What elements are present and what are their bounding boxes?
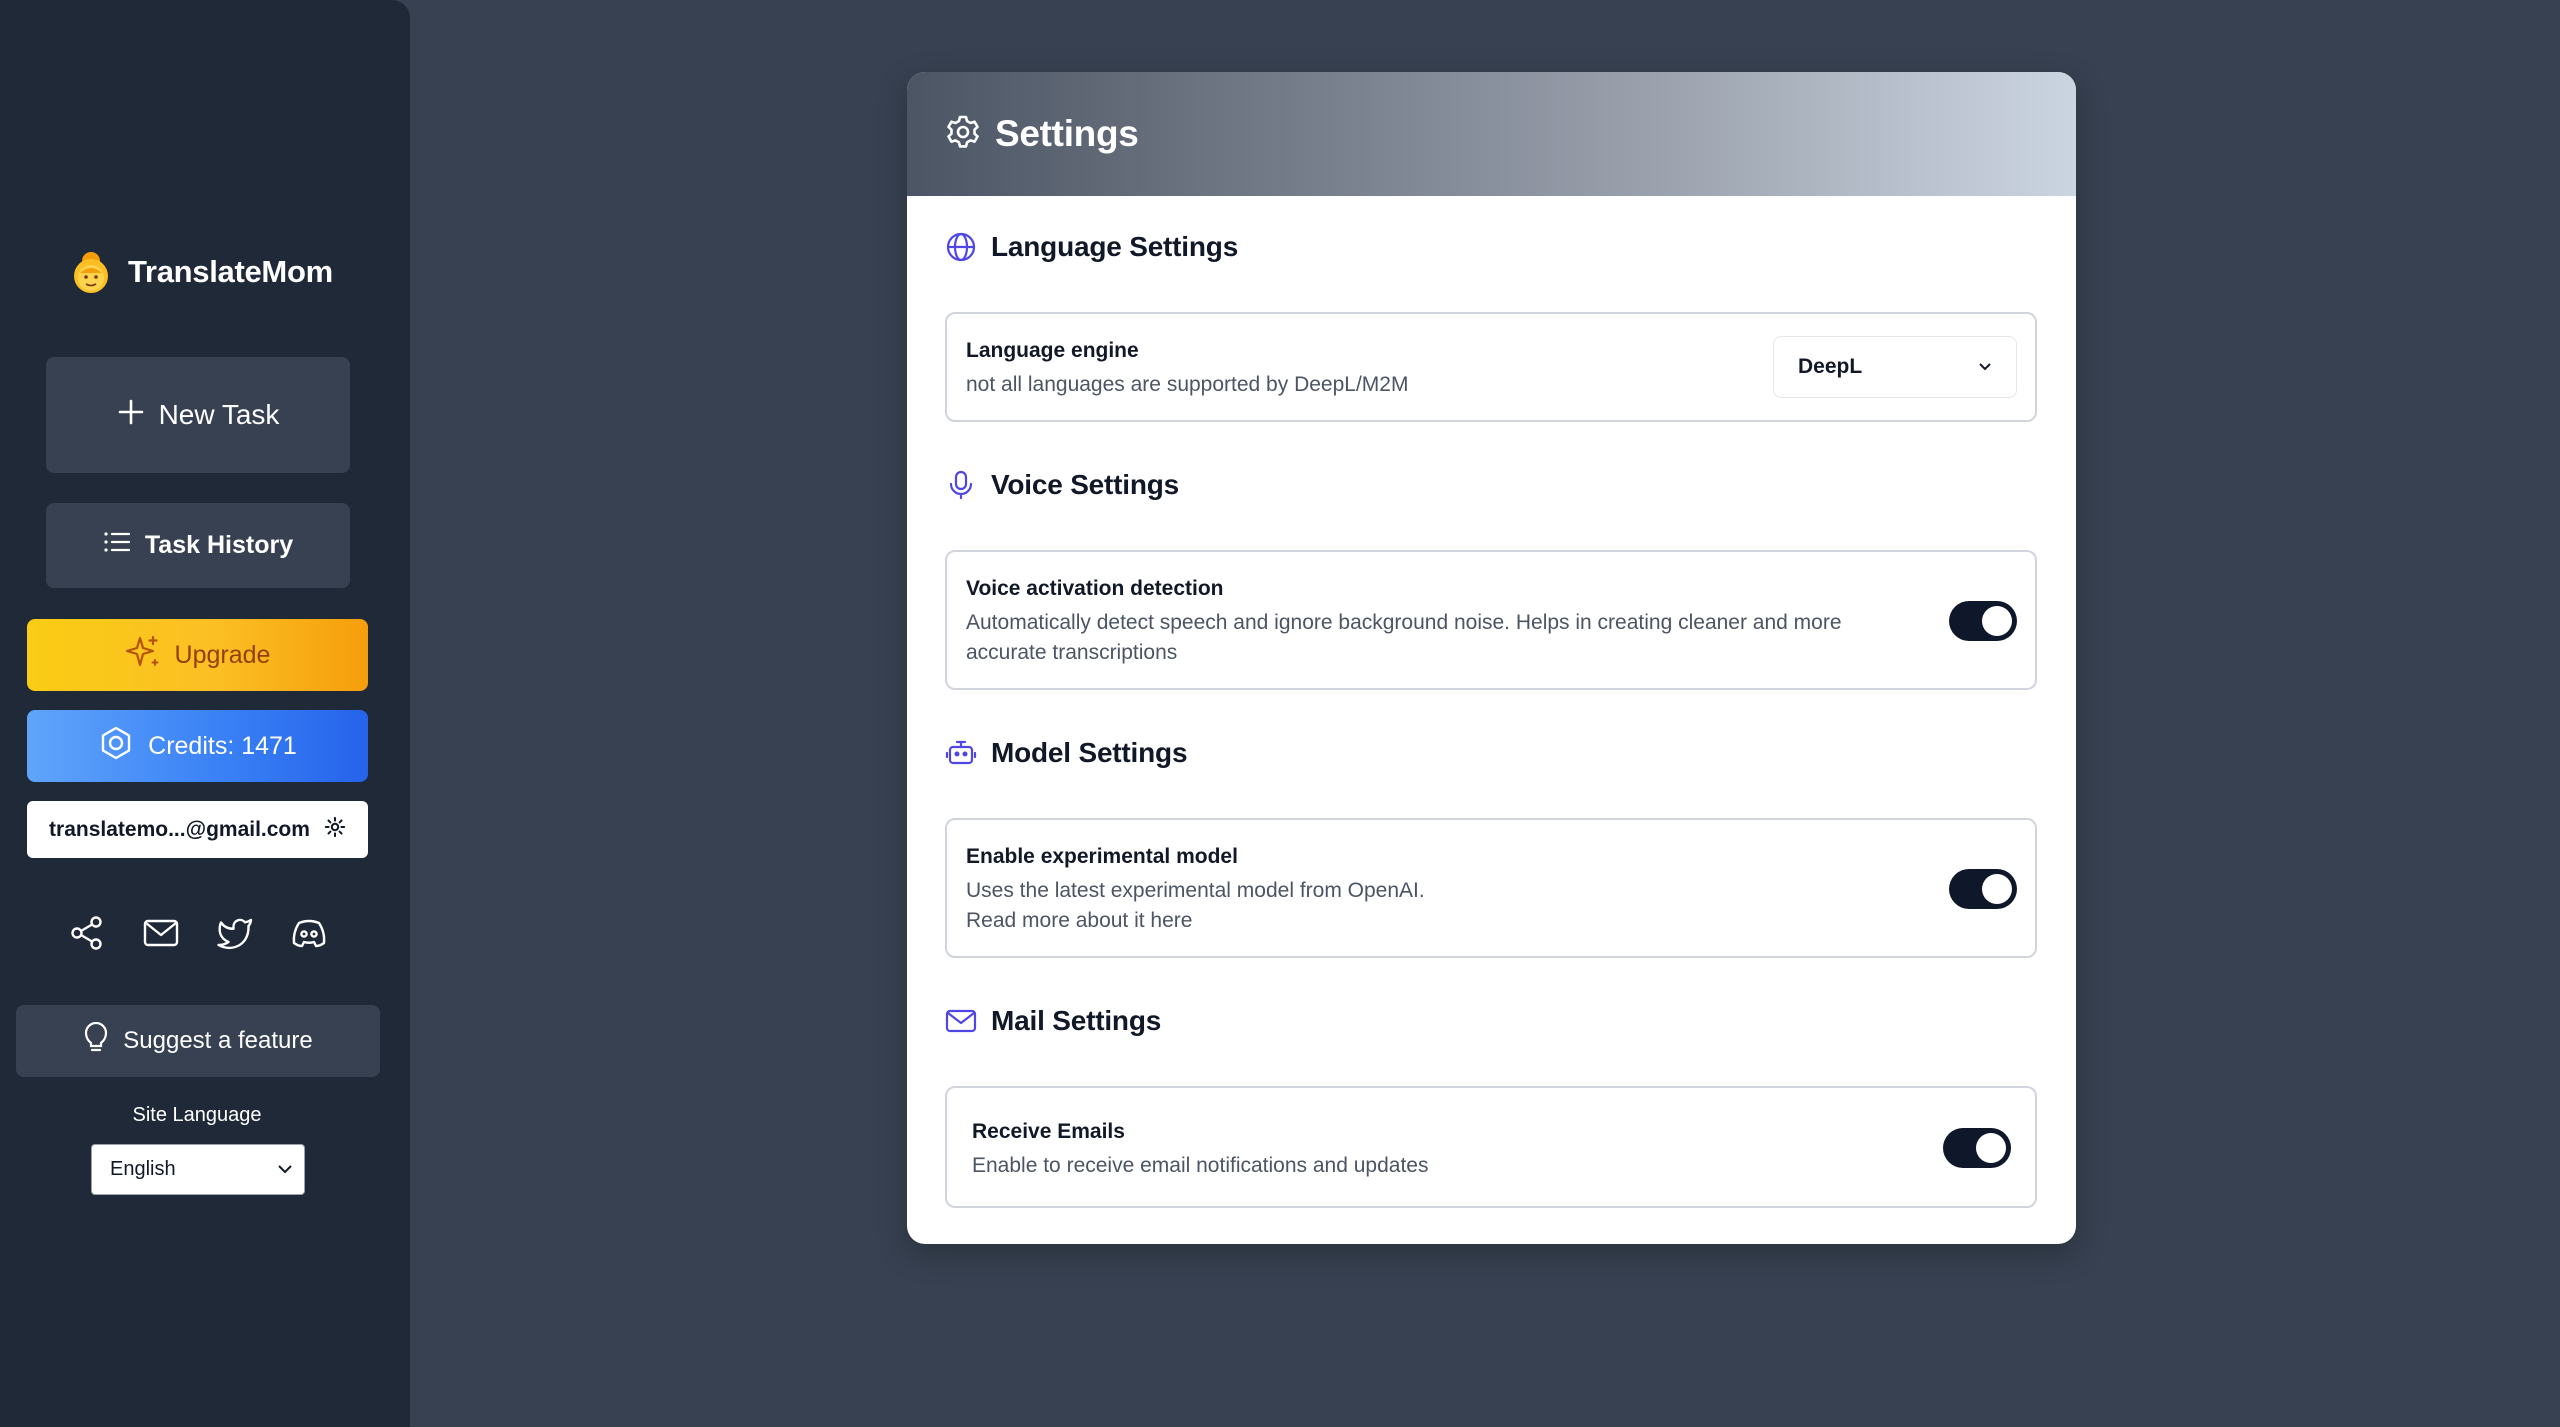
account-email-button[interactable]: translatemo...@gmail.com [27, 801, 368, 858]
gear-icon [324, 816, 346, 844]
setting-description: Uses the latest experimental model from … [966, 879, 1425, 902]
voice-activation-setting: Voice activation detection Automatically… [945, 550, 2037, 690]
page-title: Settings [995, 113, 1139, 154]
social-links [68, 914, 328, 952]
setting-description: accurate transcriptions [966, 641, 1178, 664]
model-settings-heading: Model Settings [945, 737, 1188, 769]
account-email: translatemo...@gmail.com [49, 817, 310, 841]
section-title: Language Settings [991, 231, 1239, 262]
app-name: TranslateMom [128, 254, 333, 289]
robot-icon [945, 737, 977, 769]
setting-description: not all languages are supported by DeepL… [966, 373, 1409, 396]
mail-settings-heading: Mail Settings [945, 1005, 1161, 1037]
section-title: Model Settings [991, 737, 1188, 768]
site-language-select[interactable]: English [91, 1144, 305, 1195]
read-more-link[interactable]: Read more about it here [966, 906, 1192, 936]
new-task-label: New Task [158, 399, 280, 430]
share-icon[interactable] [68, 914, 106, 952]
globe-icon [945, 231, 977, 263]
section-title: Mail Settings [991, 1005, 1162, 1036]
sparkles-icon [125, 634, 161, 677]
suggest-feature-button[interactable]: Suggest a feature [16, 1005, 380, 1077]
list-icon [103, 530, 131, 561]
receive-emails-toggle[interactable] [1943, 1128, 2011, 1168]
voice-settings-heading: Voice Settings [945, 469, 1179, 501]
sidebar: TranslateMom New Task Task History Upgra… [0, 0, 410, 1427]
language-engine-setting: Language engine not all languages are su… [945, 312, 2037, 422]
language-settings-heading: Language Settings [945, 231, 1238, 263]
setting-label: Enable experimental model [966, 845, 1238, 868]
credits-label: Credits: 1471 [148, 731, 297, 760]
setting-description: Automatically detect speech and ignore b… [966, 611, 1842, 634]
gear-icon [945, 114, 981, 155]
site-language-value: English [110, 1158, 176, 1180]
language-engine-value: DeepL [1798, 355, 1863, 378]
upgrade-label: Upgrade [174, 640, 271, 669]
settings-header: Settings [907, 72, 2076, 196]
mail-icon[interactable] [142, 914, 180, 952]
site-language-label: Site Language [132, 1104, 262, 1126]
mail-icon [945, 1005, 977, 1037]
task-history-button[interactable]: Task History [46, 503, 350, 588]
suggest-feature-label: Suggest a feature [123, 1027, 313, 1054]
setting-label: Receive Emails [972, 1120, 1125, 1143]
experimental-model-toggle[interactable] [1949, 869, 2017, 909]
section-title: Voice Settings [991, 469, 1180, 500]
experimental-model-setting: Enable experimental model Uses the lates… [945, 818, 2037, 958]
twitter-icon[interactable] [216, 914, 254, 952]
grandma-emoji-icon [66, 247, 116, 297]
upgrade-button[interactable]: Upgrade [27, 619, 368, 691]
chevron-down-icon [276, 1158, 294, 1181]
plus-icon [117, 398, 145, 433]
chevron-down-icon [1976, 355, 1994, 379]
credits-button[interactable]: Credits: 1471 [27, 710, 368, 782]
discord-icon[interactable] [290, 914, 328, 952]
setting-label: Voice activation detection [966, 577, 1224, 600]
voice-activation-toggle[interactable] [1949, 601, 2017, 641]
coin-icon [98, 725, 134, 768]
language-engine-select[interactable]: DeepL [1773, 336, 2017, 398]
setting-description: Enable to receive email notifications an… [972, 1154, 1429, 1177]
setting-label: Language engine [966, 339, 1139, 362]
receive-emails-setting: Receive Emails Enable to receive email n… [945, 1086, 2037, 1208]
new-task-button[interactable]: New Task [46, 357, 350, 473]
task-history-label: Task History [144, 531, 294, 559]
settings-card: Settings Language Settings Language engi… [907, 72, 2076, 1244]
microphone-icon [945, 469, 977, 501]
lightbulb-icon [83, 1021, 109, 1061]
app-logo[interactable]: TranslateMom [66, 244, 333, 300]
